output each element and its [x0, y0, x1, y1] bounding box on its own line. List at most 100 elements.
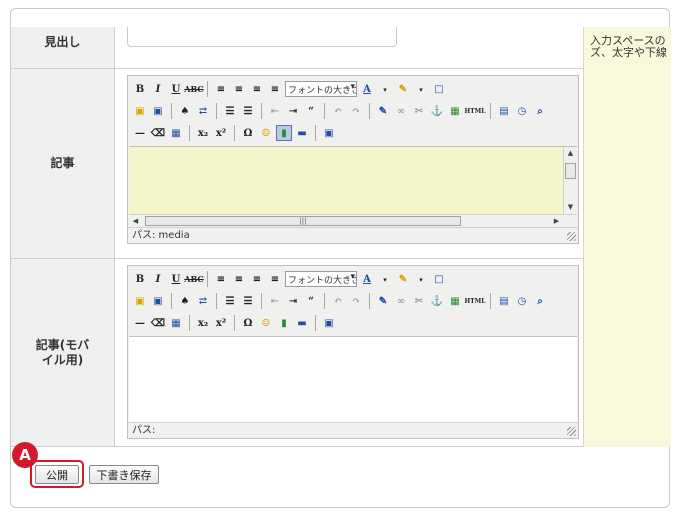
fullscreen-icon[interactable]: □: [431, 271, 447, 287]
outdent-icon[interactable]: ⇤: [267, 293, 283, 309]
find-icon[interactable]: ♠: [177, 103, 193, 119]
template-icon[interactable]: ▤: [496, 293, 512, 309]
align-center-icon[interactable]: ≡: [231, 271, 247, 287]
subscript-icon[interactable]: x₂: [195, 315, 211, 331]
replace-icon[interactable]: ⇄: [195, 293, 211, 309]
anchor-icon[interactable]: ⚓: [429, 103, 445, 119]
preview-icon[interactable]: ⌕: [532, 103, 548, 119]
mobile-edit-area[interactable]: [129, 336, 577, 422]
dropdown-arrow-icon[interactable]: ▾: [377, 81, 393, 97]
underline-icon[interactable]: U: [168, 81, 184, 97]
media-icon[interactable]: ▮: [276, 315, 292, 331]
align-right-icon[interactable]: ≡: [249, 271, 265, 287]
save-draft-button[interactable]: 下書き保存: [89, 465, 159, 484]
table-icon[interactable]: ▦: [168, 125, 184, 141]
blockquote-icon[interactable]: “: [303, 103, 319, 119]
unlink-icon[interactable]: ✂: [411, 103, 427, 119]
image-icon[interactable]: ▦: [447, 293, 463, 309]
highlight-color-icon[interactable]: ✎: [395, 81, 411, 97]
numbered-list-icon[interactable]: ☰: [240, 293, 256, 309]
dropdown-arrow-icon[interactable]: ▾: [413, 81, 429, 97]
undo-icon[interactable]: ↶: [330, 103, 346, 119]
template-icon[interactable]: ▤: [496, 103, 512, 119]
paste-icon[interactable]: ▣: [132, 293, 148, 309]
paste-icon[interactable]: ▣: [132, 103, 148, 119]
text-color-icon[interactable]: A: [359, 81, 375, 97]
scroll-thumb[interactable]: |||: [145, 216, 461, 226]
article-edit-area[interactable]: ▲ ▼: [129, 146, 577, 214]
preview-icon[interactable]: ⌕: [532, 293, 548, 309]
horizontal-scrollbar[interactable]: ◀ ||| ▶: [129, 214, 577, 227]
align-right-icon[interactable]: ≡: [249, 81, 265, 97]
outdent-icon[interactable]: ⇤: [267, 103, 283, 119]
emoticon-icon[interactable]: ☺: [258, 125, 274, 141]
publish-button[interactable]: 公開: [35, 465, 79, 484]
link-icon[interactable]: ∞: [393, 293, 409, 309]
special-char-icon[interactable]: Ω: [240, 125, 256, 141]
align-left-icon[interactable]: ≡: [213, 81, 229, 97]
find-icon[interactable]: ♠: [177, 293, 193, 309]
emoticon-icon[interactable]: ☺: [258, 315, 274, 331]
anchor-icon[interactable]: ⚓: [429, 293, 445, 309]
resize-grip-icon[interactable]: [567, 427, 576, 436]
text-color-icon[interactable]: A: [359, 271, 375, 287]
special-char-icon[interactable]: Ω: [240, 315, 256, 331]
replace-icon[interactable]: ⇄: [195, 103, 211, 119]
html-source-button[interactable]: HTML: [465, 103, 486, 119]
strikethrough-icon[interactable]: ABC: [184, 271, 203, 287]
horizontal-rule-icon[interactable]: —: [132, 315, 148, 331]
align-center-icon[interactable]: ≡: [231, 81, 247, 97]
superscript-icon[interactable]: x²: [213, 125, 229, 141]
html-source-button[interactable]: HTML: [465, 293, 486, 309]
link-icon[interactable]: ∞: [393, 103, 409, 119]
indent-icon[interactable]: ⇥: [285, 103, 301, 119]
table-icon[interactable]: ▦: [168, 315, 184, 331]
image-icon[interactable]: ▦: [447, 103, 463, 119]
media-icon[interactable]: ▮: [276, 125, 292, 141]
dropdown-arrow-icon[interactable]: ▾: [377, 271, 393, 287]
paste-word-icon[interactable]: ▣: [150, 103, 166, 119]
insert-time-icon[interactable]: ◷: [514, 103, 530, 119]
bullet-list-icon[interactable]: ☰: [222, 103, 238, 119]
page-break-icon[interactable]: ▬: [294, 125, 310, 141]
superscript-icon[interactable]: x²: [213, 315, 229, 331]
remove-format-icon[interactable]: ⌫: [150, 315, 166, 331]
page-break-icon[interactable]: ▬: [294, 315, 310, 331]
scroll-up-icon[interactable]: ▲: [564, 147, 577, 160]
italic-icon[interactable]: I: [150, 81, 166, 97]
align-left-icon[interactable]: ≡: [213, 271, 229, 287]
insert-time-icon[interactable]: ◷: [514, 293, 530, 309]
highlight-color-icon[interactable]: ✎: [395, 271, 411, 287]
italic-icon[interactable]: I: [150, 271, 166, 287]
vertical-scrollbar[interactable]: ▲ ▼: [563, 147, 577, 214]
unlink-icon[interactable]: ✂: [411, 293, 427, 309]
horizontal-rule-icon[interactable]: —: [132, 125, 148, 141]
title-input[interactable]: [127, 27, 397, 47]
scroll-down-icon[interactable]: ▼: [564, 201, 577, 214]
indent-icon[interactable]: ⇥: [285, 293, 301, 309]
underline-icon[interactable]: U: [168, 271, 184, 287]
subscript-icon[interactable]: x₂: [195, 125, 211, 141]
scroll-thumb[interactable]: [565, 163, 576, 179]
code-icon[interactable]: ▣: [321, 315, 337, 331]
edit-icon[interactable]: ✎: [375, 293, 391, 309]
resize-grip-icon[interactable]: [567, 232, 576, 241]
edit-icon[interactable]: ✎: [375, 103, 391, 119]
blockquote-icon[interactable]: “: [303, 293, 319, 309]
bold-icon[interactable]: B: [132, 271, 148, 287]
align-justify-icon[interactable]: ≡: [267, 271, 283, 287]
redo-icon[interactable]: ↷: [348, 293, 364, 309]
numbered-list-icon[interactable]: ☰: [240, 103, 256, 119]
bullet-list-icon[interactable]: ☰: [222, 293, 238, 309]
remove-format-icon[interactable]: ⌫: [150, 125, 166, 141]
bold-icon[interactable]: B: [132, 81, 148, 97]
undo-icon[interactable]: ↶: [330, 293, 346, 309]
strikethrough-icon[interactable]: ABC: [184, 81, 203, 97]
redo-icon[interactable]: ↷: [348, 103, 364, 119]
fullscreen-icon[interactable]: □: [431, 81, 447, 97]
dropdown-arrow-icon[interactable]: ▾: [413, 271, 429, 287]
code-icon[interactable]: ▣: [321, 125, 337, 141]
font-size-select[interactable]: フォントの大きさ: [285, 271, 357, 287]
paste-word-icon[interactable]: ▣: [150, 293, 166, 309]
font-size-select[interactable]: フォントの大きさ: [285, 81, 357, 97]
